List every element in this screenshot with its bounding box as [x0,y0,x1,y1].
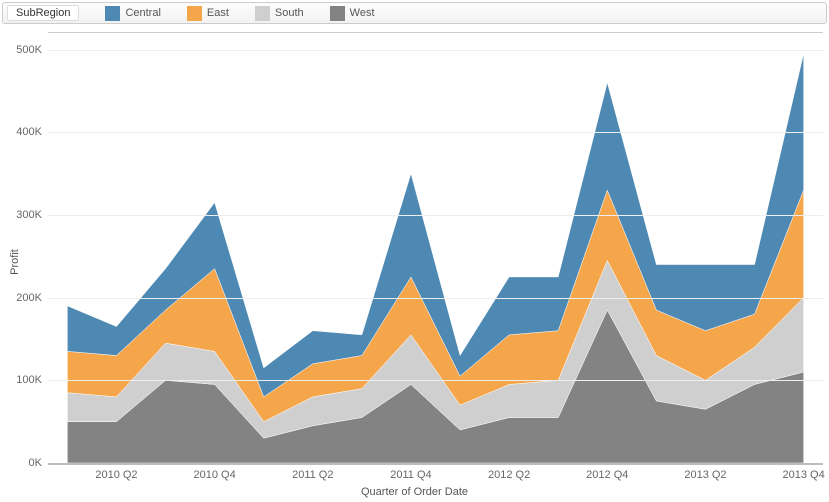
legend-title[interactable]: SubRegion [7,5,79,21]
x-axis-label: Quarter of Order Date [0,486,829,498]
chart-area: Profit Quarter of Order Date 0K100K200K3… [0,24,829,500]
legend-item-west[interactable]: West [330,6,375,21]
legend-label: West [350,7,375,19]
swatch-central [105,6,120,21]
legend-label: South [275,7,304,19]
y-tick-label: 0K [29,457,42,469]
y-axis-label: Profit [9,249,21,275]
swatch-west [330,6,345,21]
x-tick-label: 2011 Q2 [292,469,333,481]
legend-item-central[interactable]: Central [105,6,160,21]
legend-item-south[interactable]: South [255,6,304,21]
stacked-area-svg [48,33,823,463]
gridline [48,298,823,299]
gridline [48,215,823,216]
gridline [48,50,823,51]
y-tick-label: 100K [16,374,42,386]
x-tick-label: 2012 Q4 [586,469,628,481]
plot-region[interactable]: 0K100K200K300K400K500K2010 Q22010 Q42011… [48,32,823,464]
x-tick-label: 2011 Q4 [390,469,431,481]
y-tick-label: 400K [16,126,42,138]
x-tick-label: 2013 Q2 [684,469,726,481]
swatch-east [187,6,202,21]
y-tick-label: 200K [16,292,42,304]
x-tick-label: 2010 Q4 [194,469,236,481]
x-tick-label: 2013 Q4 [783,469,825,481]
legend-bar: SubRegion Central East South West [2,2,827,24]
swatch-south [255,6,270,21]
gridline [48,463,823,465]
y-tick-label: 300K [16,209,42,221]
legend-label: East [207,7,229,19]
legend-item-east[interactable]: East [187,6,229,21]
y-tick-label: 500K [16,44,42,56]
legend-label: Central [125,7,160,19]
gridline [48,132,823,133]
x-tick-label: 2012 Q2 [488,469,530,481]
gridline [48,380,823,381]
x-tick-label: 2010 Q2 [95,469,137,481]
